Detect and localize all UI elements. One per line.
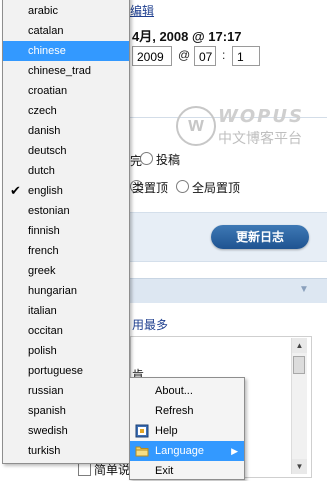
language-label: turkish [28,445,61,457]
scroll-down-icon[interactable]: ▼ [292,459,307,474]
language-item-chinese[interactable]: chinese [3,41,129,61]
watermark-brand: WOPUS [218,106,304,127]
update-post-button[interactable]: 更新日志 [211,225,309,249]
language-item-arabic[interactable]: arabic [3,1,129,21]
language-label: polish [28,345,57,357]
menu-item-about[interactable]: About... [130,381,244,401]
language-label: portuguese [28,365,84,377]
edit-link[interactable]: 编辑 [130,2,154,19]
language-label: occitan [28,325,63,337]
menu-item-exit[interactable]: Exit [130,461,244,481]
language-item-spanish[interactable]: spanish [3,401,129,421]
menu-item-language[interactable]: Language ▶ [130,441,244,461]
language-label: czech [28,105,57,117]
language-label: dutch [28,165,55,177]
hour-field[interactable]: 07 [194,46,216,66]
language-item-deutsch[interactable]: deutsch [3,141,129,161]
most-used-link[interactable]: 用最多 [132,316,168,333]
language-label: greek [28,265,56,277]
menu-item-label: Refresh [155,405,194,417]
menu-item-label: About... [155,385,193,397]
wopus-logo-icon: w [176,106,216,146]
help-book-icon [135,424,149,438]
language-label: finnish [28,225,60,237]
vertical-scrollbar[interactable]: ▲ ▼ [291,338,307,474]
menu-item-label: Help [155,425,178,437]
language-label: swedish [28,425,68,437]
contribute-radio[interactable] [140,152,153,165]
global-sticky-label: 全局置顶 [192,181,241,195]
language-item-croatian[interactable]: croatian [3,81,129,101]
language-item-hungarian[interactable]: hungarian [3,281,129,301]
scroll-up-icon[interactable]: ▲ [292,338,307,353]
language-item-occitan[interactable]: occitan [3,321,129,341]
colon-separator: : [222,48,226,62]
submenu-arrow-icon: ▶ [231,446,238,456]
language-label: english [28,185,63,197]
language-label: russian [28,385,64,397]
language-item-swedish[interactable]: swedish [3,421,129,441]
scroll-thumb[interactable] [293,356,305,374]
language-label: hungarian [28,285,77,297]
checkbox[interactable] [78,463,91,476]
language-item-turkish[interactable]: turkish [3,441,129,461]
chevron-down-icon[interactable]: ▼ [296,282,312,298]
minute-field[interactable]: 1 [232,46,260,66]
context-menu: About... Refresh Help Language ▶ Exit [129,377,245,480]
at-separator: @ [178,48,191,62]
language-item-dutch[interactable]: dutch [3,161,129,181]
language-label: chinese [28,45,66,57]
language-label: chinese_trad [28,65,91,77]
language-item-english[interactable]: ✔ english [3,181,129,201]
language-menu: arabic catalan chinese chinese_trad croa… [2,0,130,464]
language-item-greek[interactable]: greek [3,261,129,281]
language-item-danish[interactable]: danish [3,121,129,141]
language-item-estonian[interactable]: estonian [3,201,129,221]
menu-item-label: Language [155,445,204,457]
language-item-finnish[interactable]: finnish [3,221,129,241]
year-field[interactable]: 2009 [132,46,172,66]
language-label: french [28,245,59,257]
language-label: italian [28,305,57,317]
global-sticky-radio[interactable] [176,180,189,193]
post-datetime: 4月, 2008 @ 17:17 [132,29,242,44]
menu-item-label: Exit [155,465,174,477]
language-item-chinese-trad[interactable]: chinese_trad [3,61,129,81]
language-label: croatian [28,85,68,97]
language-label: arabic [28,5,58,17]
contribute-label: 投稿 [156,153,181,167]
language-item-italian[interactable]: italian [3,301,129,321]
language-item-polish[interactable]: polish [3,341,129,361]
checkmark-icon: ✔ [10,183,21,198]
menu-item-refresh[interactable]: Refresh [130,401,244,421]
language-label: estonian [28,205,70,217]
category-sticky-label: 类置顶 [132,181,169,195]
language-item-catalan[interactable]: catalan [3,21,129,41]
folder-icon [135,446,149,457]
language-label: spanish [28,405,66,417]
language-item-czech[interactable]: czech [3,101,129,121]
language-label: danish [28,125,61,137]
language-item-portuguese[interactable]: portuguese [3,361,129,381]
language-label: catalan [28,25,64,37]
language-item-french[interactable]: french [3,241,129,261]
language-item-russian[interactable]: russian [3,381,129,401]
watermark-subtitle: 中文博客平台 [218,130,302,146]
menu-item-help[interactable]: Help [130,421,244,441]
wopus-watermark: w WOPUS 中文博客平台 [176,106,326,150]
language-label: deutsch [28,145,67,157]
